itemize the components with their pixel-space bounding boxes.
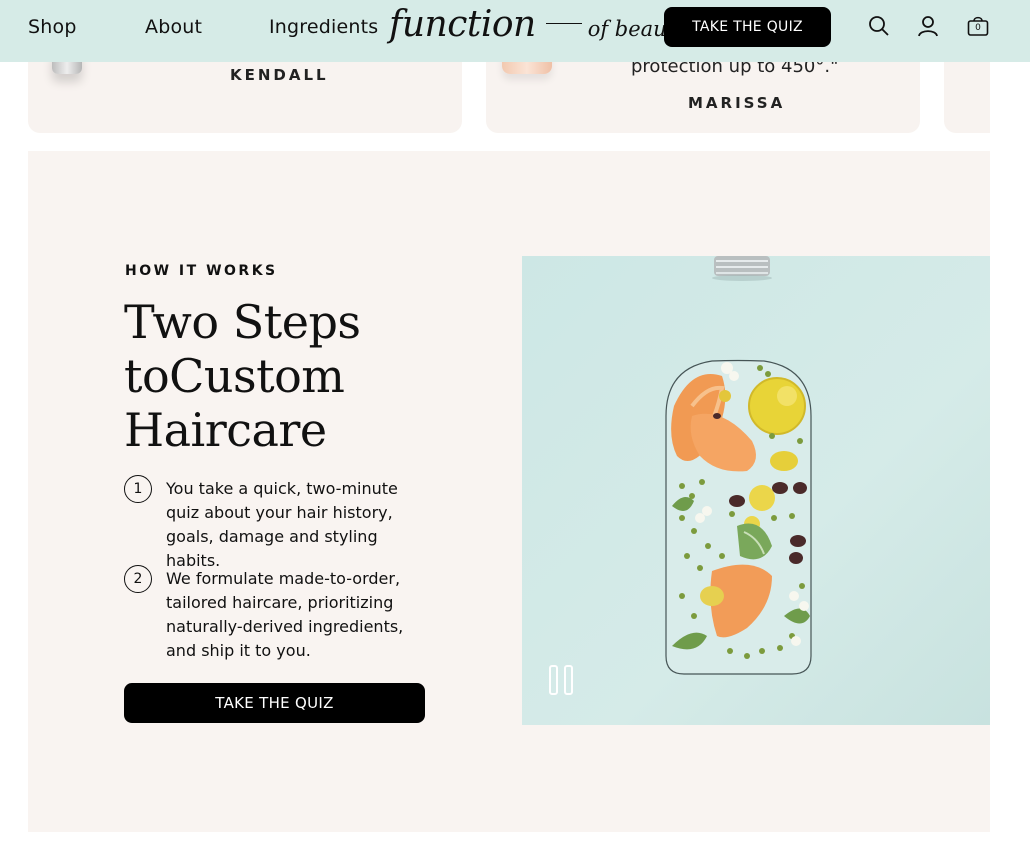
step-item: 1 You take a quick, two-minute quiz abou…	[124, 475, 434, 573]
pause-bar	[564, 665, 573, 695]
step-number-badge: 1	[124, 475, 152, 503]
nav-take-quiz-button[interactable]: TAKE THE QUIZ	[664, 7, 831, 47]
step-text: You take a quick, two-minute quiz about …	[166, 479, 398, 570]
reviewer-name: KENDALL	[230, 66, 329, 84]
brand-logo[interactable]: function of beauty	[389, 4, 687, 52]
nav-link-ingredients[interactable]: Ingredients	[269, 16, 378, 38]
ingredient-bottle-illustration	[665, 256, 812, 675]
cart-icon[interactable]: 0	[966, 14, 990, 38]
headline-line: toCustom	[124, 349, 345, 403]
top-nav: Shop About Ingredients function of beaut…	[0, 0, 1030, 62]
headline-line: Two Steps	[124, 295, 361, 349]
headline-line: Haircare	[124, 403, 327, 457]
step-item: 2 We formulate made-to-order, tailored h…	[124, 565, 434, 663]
pause-icon[interactable]	[549, 665, 575, 697]
section-eyebrow: HOW IT WORKS	[125, 263, 278, 279]
search-icon[interactable]	[867, 14, 891, 38]
nav-link-shop[interactable]: Shop	[28, 16, 77, 38]
reviewer-name: MARISSA	[688, 94, 786, 112]
account-icon[interactable]	[916, 14, 940, 38]
bottle-cap	[712, 256, 772, 281]
logo-main-text: function	[389, 4, 536, 45]
nav-link-about[interactable]: About	[145, 16, 202, 38]
logo-dash	[545, 23, 582, 24]
step-number-badge: 2	[124, 565, 152, 593]
product-video[interactable]	[522, 256, 990, 725]
how-it-works-section: HOW IT WORKS Two Steps toCustom Haircare…	[28, 151, 990, 832]
section-headline: Two Steps toCustom Haircare	[124, 295, 454, 457]
cart-count: 0	[975, 23, 981, 33]
take-quiz-button[interactable]: TAKE THE QUIZ	[124, 683, 425, 723]
step-text: We formulate made-to-order, tailored hai…	[166, 569, 404, 660]
pause-bar	[549, 665, 558, 695]
